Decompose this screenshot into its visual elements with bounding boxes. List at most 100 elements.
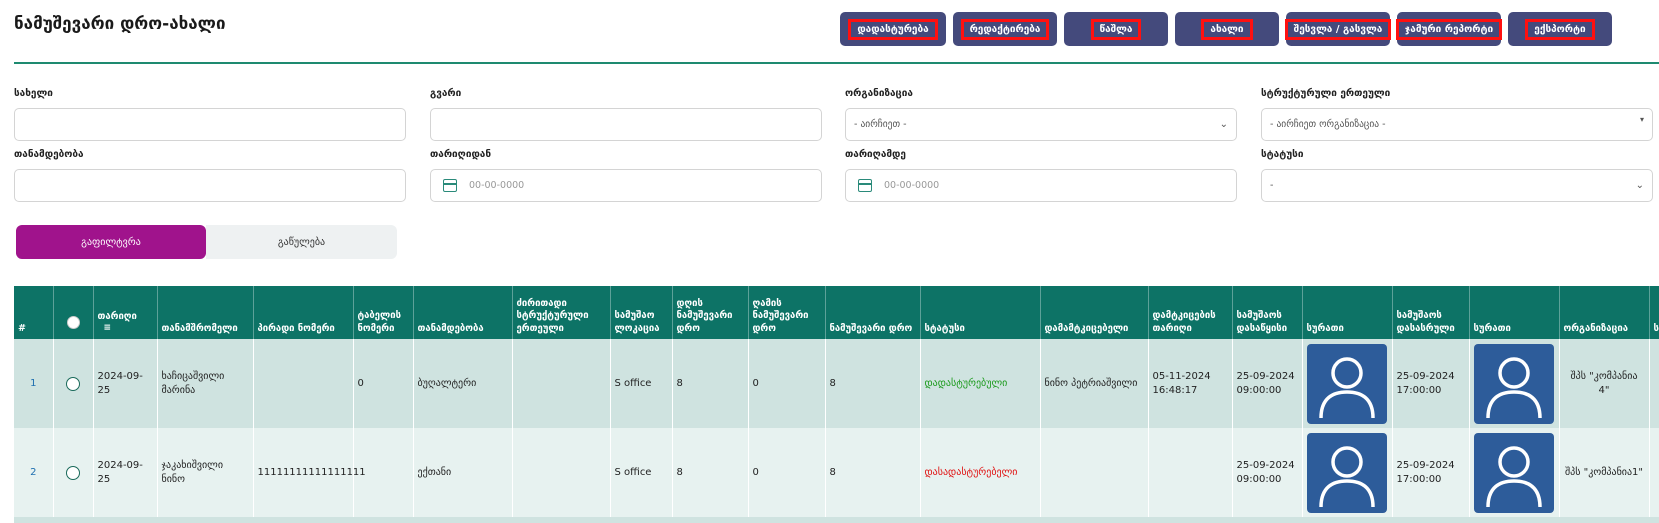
- table-header-row: # თარიღი ≡ თანამშრომელი პირადი ნომერი ტაბ…: [14, 286, 1659, 339]
- avatar-placeholder-icon[interactable]: [1473, 343, 1554, 424]
- sort-icon[interactable]: ≡: [104, 323, 153, 335]
- new-button[interactable]: ახალი: [1175, 12, 1279, 46]
- unit-select[interactable]: - აირჩიეთ ორგანიზაცია - ▾: [1261, 108, 1653, 141]
- unit-select-value: - აირჩიეთ ორგანიზაცია -: [1270, 119, 1386, 130]
- chevron-down-icon: ⌄: [1219, 119, 1228, 130]
- date-to-input[interactable]: 00-00-0000: [845, 169, 1237, 202]
- select-all-radio[interactable]: [66, 316, 80, 329]
- cell-day-time: 8: [672, 339, 749, 428]
- cell-end-photo[interactable]: [1469, 339, 1560, 428]
- cell-truncated: [1649, 339, 1659, 428]
- cell-unit: [512, 339, 611, 428]
- col-approve-date: დამტკიცების თარიღი: [1148, 286, 1233, 339]
- filter-status: სტატუსი - ⌄: [1261, 149, 1653, 202]
- cell-end: 25-09-2024 17:00:00: [1392, 339, 1470, 428]
- row-radio[interactable]: [66, 376, 80, 391]
- cell-approve-date: 05-11-2024 16:48:17: [1148, 339, 1233, 428]
- cell-position: ბუღალტერი: [413, 339, 513, 428]
- check-in-out-button-label: შესვლა / გასვლა: [1284, 18, 1392, 40]
- cell-status: დასადასტურებელი: [920, 428, 1041, 517]
- cell-employee: ხაჩიცაშვილი მარინა: [157, 339, 254, 428]
- filter-date-to: თარიღამდე 00-00-0000: [845, 149, 1237, 202]
- col-personal-no: პირადი ნომერი: [253, 286, 354, 339]
- filter-unit: სტრუქტურული ერთეული - აირჩიეთ ორგანიზაცი…: [1261, 88, 1653, 141]
- col-location: სამუშაო ლოკაცია: [610, 286, 673, 339]
- cell-start: 25-09-2024 09:00:00: [1232, 339, 1303, 428]
- col-truncated: ს: [1649, 286, 1659, 339]
- cell-start-photo[interactable]: [1302, 339, 1393, 428]
- name-input[interactable]: [14, 108, 406, 141]
- delete-button-label: წაშლა: [1090, 18, 1142, 40]
- cell-position: ექთანი: [413, 428, 513, 517]
- cell-location: S office: [610, 428, 673, 517]
- cell-personal-no: [253, 339, 354, 428]
- filter-button[interactable]: გაფილტვრა: [16, 225, 206, 259]
- date-from-input[interactable]: 00-00-0000: [430, 169, 822, 202]
- edit-button[interactable]: რედაქტირება: [953, 12, 1057, 46]
- col-night-time: ღამის ნამუშევარი დრო: [748, 286, 826, 339]
- col-unit: ძირითადი სტრუქტურული ერთეული: [512, 286, 611, 339]
- cell-end: 25-09-2024 17:00:00: [1392, 428, 1470, 517]
- position-input[interactable]: [14, 169, 406, 202]
- clear-button[interactable]: გაწულება: [206, 225, 397, 259]
- col-end-photo: სურათი: [1469, 286, 1560, 339]
- row-index: 2: [14, 428, 54, 517]
- cell-location: S office: [610, 339, 673, 428]
- filter-organization: ორგანიზაცია - აირჩიეთ - ⌄: [845, 88, 1237, 141]
- cell-personal-no: 11111111111111111: [253, 428, 366, 517]
- approve-button-label: დადასტურება: [848, 18, 938, 40]
- row-index: 1: [14, 339, 54, 428]
- delete-button[interactable]: წაშლა: [1064, 12, 1168, 46]
- table-row[interactable]: 2 2024-09-25 ჯაკახიშვილი ნინო 1111111111…: [14, 428, 1659, 517]
- avatar-placeholder-icon[interactable]: [1306, 432, 1387, 513]
- status-label: სტატუსი: [1261, 149, 1304, 160]
- col-start: სამუშაოს დასაწყისი: [1232, 286, 1303, 339]
- col-select-all[interactable]: [53, 286, 94, 339]
- row-select[interactable]: [53, 339, 94, 428]
- col-work-time: ნამუშევარი დრო: [825, 286, 921, 339]
- export-button-label: ექსპორტი: [1525, 18, 1595, 40]
- partial-row: [14, 517, 1659, 523]
- col-end: სამუშაოს დასასრული: [1392, 286, 1470, 339]
- cell-night-time: 0: [748, 339, 826, 428]
- avatar-placeholder-icon[interactable]: [1473, 432, 1554, 513]
- filter-position: თანამდებობა: [14, 149, 406, 202]
- col-day-time: დღის ნამუშევარი დრო: [672, 286, 749, 339]
- toolbar: დადასტურება რედაქტირება წაშლა ახალი შესვ…: [840, 12, 1619, 46]
- approve-button[interactable]: დადასტურება: [840, 12, 946, 46]
- date-to-placeholder: 00-00-0000: [884, 180, 940, 191]
- cell-tabel-no: 0: [353, 339, 414, 428]
- cell-status: დადასტურებული: [920, 339, 1041, 428]
- row-radio[interactable]: [66, 465, 80, 480]
- date-from-label: თარიღიდან: [430, 149, 492, 160]
- status-select[interactable]: - ⌄: [1261, 169, 1653, 202]
- cell-end-photo[interactable]: [1469, 428, 1560, 517]
- date-from-placeholder: 00-00-0000: [469, 180, 525, 191]
- col-date[interactable]: თარიღი ≡: [93, 286, 158, 339]
- check-in-out-button[interactable]: შესვლა / გასვლა: [1284, 12, 1392, 46]
- cell-start-photo[interactable]: [1302, 428, 1393, 517]
- filter-date-from: თარიღიდან 00-00-0000: [430, 149, 822, 202]
- filter-surname: გვარი: [430, 88, 822, 141]
- page-title: ნამუშევარი დრო-ახალი: [14, 14, 226, 34]
- surname-input[interactable]: [430, 108, 822, 141]
- row-select[interactable]: [53, 428, 94, 517]
- edit-button-label: რედაქტირება: [960, 18, 1050, 40]
- export-button[interactable]: ექსპორტი: [1508, 12, 1612, 46]
- position-label: თანამდებობა: [14, 149, 84, 160]
- table-row[interactable]: [14, 517, 1659, 523]
- table-row[interactable]: 1 2024-09-25 ხაჩიცაშვილი მარინა 0 ბუღალტ…: [14, 339, 1659, 428]
- cell-night-time: 0: [748, 428, 826, 517]
- status-select-value: -: [1270, 180, 1274, 191]
- avatar-placeholder-icon[interactable]: [1306, 343, 1387, 424]
- header-divider: [14, 62, 1659, 64]
- cell-date: 2024-09-25: [93, 428, 158, 517]
- summary-report-button-label: ჯამური რეპორტი: [1395, 18, 1503, 40]
- organization-select[interactable]: - აირჩიეთ - ⌄: [845, 108, 1237, 141]
- cell-truncated: [1649, 428, 1659, 517]
- summary-report-button[interactable]: ჯამური რეპორტი: [1395, 12, 1503, 46]
- cell-work-time: 8: [825, 428, 921, 517]
- col-date-label: თარიღი: [97, 310, 137, 322]
- col-index: #: [14, 286, 54, 339]
- cell-employee: ჯაკახიშვილი ნინო: [157, 428, 254, 517]
